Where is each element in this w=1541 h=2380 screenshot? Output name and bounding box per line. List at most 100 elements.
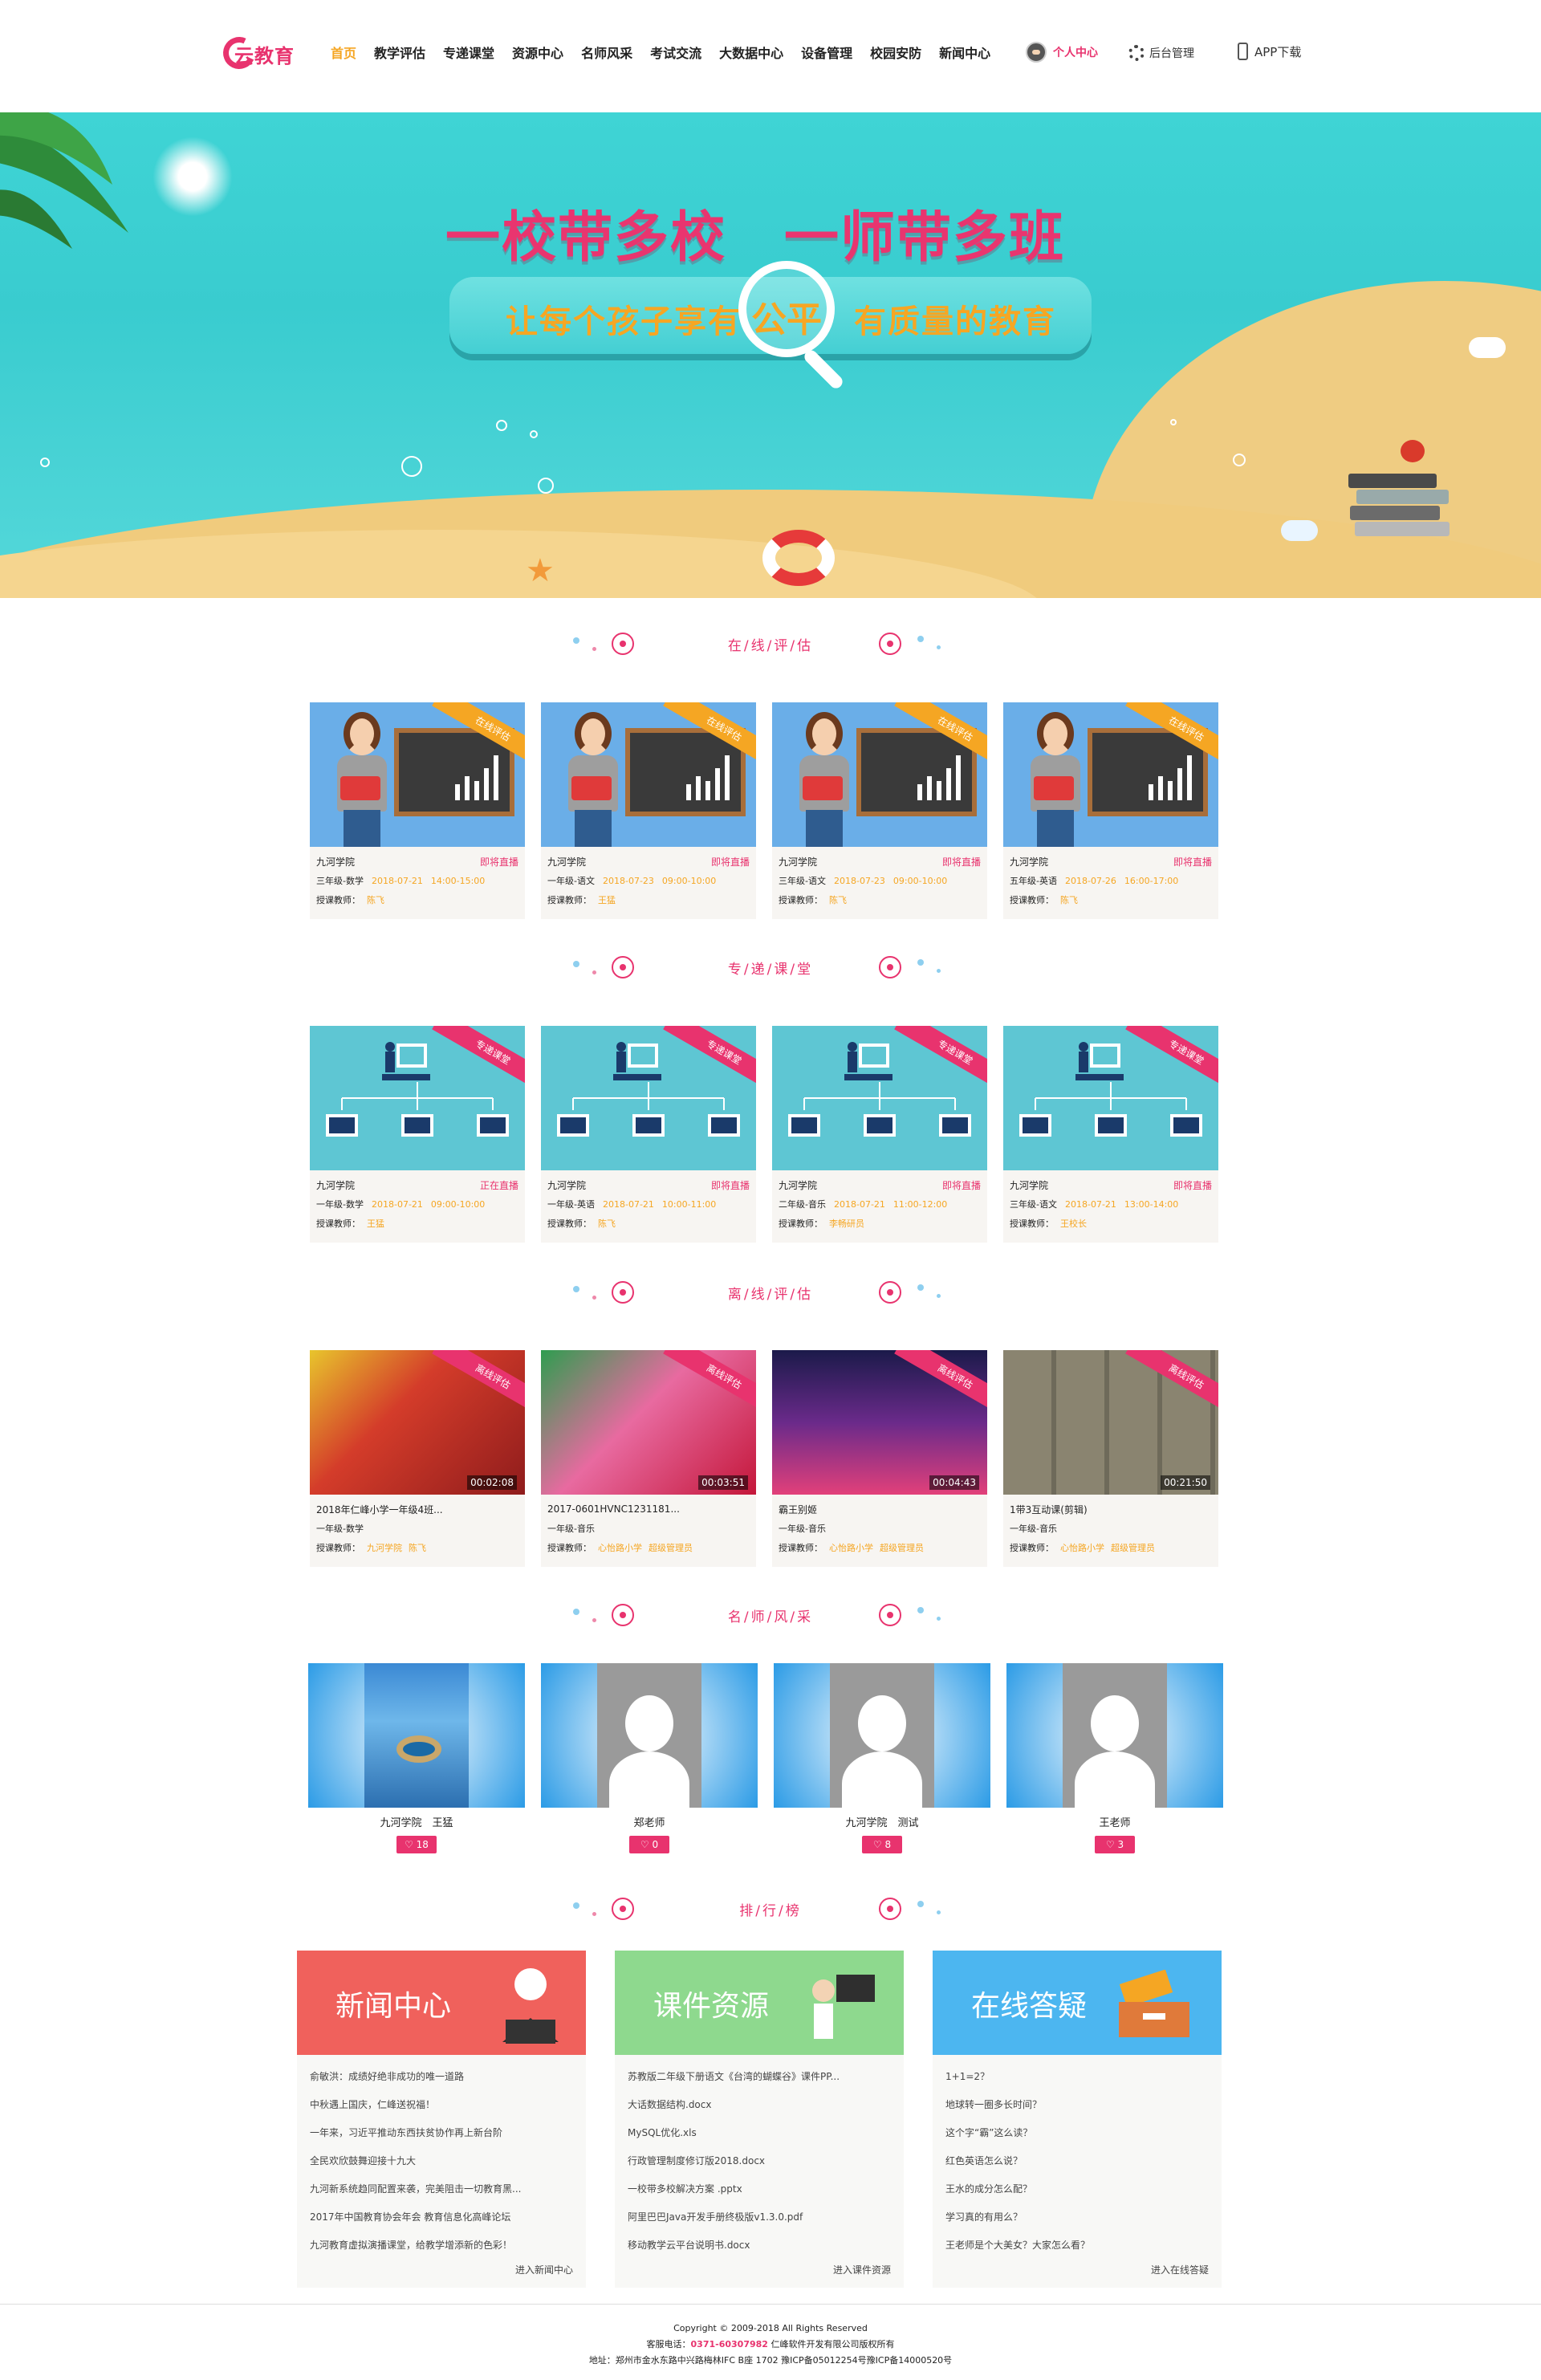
bar	[1158, 776, 1163, 800]
school-name: 九河学院	[779, 1179, 818, 1191]
list-item[interactable]: 九河新系统趋同配置来袭，完美阻击一切教育黑...	[310, 2175, 573, 2203]
teacher-card[interactable]: 九河学院 王猛 ♡ 18	[308, 1663, 525, 1864]
list-item[interactable]: 移动教学云平台说明书.docx	[628, 2232, 891, 2260]
list-item[interactable]: 中秋遇上国庆，仁峰送祝福！	[310, 2091, 573, 2119]
teacher-name[interactable]: 陈飞	[829, 893, 847, 906]
course-card[interactable]: 专递课堂 九河学院 即将直播 三年级-语文 2018-07-21 13:00-14:0…	[1003, 1026, 1218, 1243]
teacher-name[interactable]: 李畅研员	[829, 1217, 864, 1230]
list-item[interactable]: 九河教育虚拟演播课堂，给教学增添新的色彩！	[310, 2232, 573, 2260]
dot	[937, 1294, 941, 1298]
courseware-header[interactable]: 课件资源	[615, 1951, 904, 2055]
list-item[interactable]: 这个字“霸”这么读？	[945, 2119, 1209, 2147]
teacher-pants	[344, 810, 380, 847]
list-item[interactable]: 1+1=2？	[945, 2063, 1209, 2091]
video-card[interactable]: 离线评估 00:03:51 2017-0601HVNC1231181... 一年…	[541, 1350, 756, 1567]
list-item[interactable]: 全民欢欣鼓舞迎接十九大	[310, 2147, 573, 2175]
teacher-name[interactable]: 超级管理员	[880, 1541, 924, 1554]
video-card[interactable]: 离线评估 00:04:43 霸王别姬 一年级-音乐 授课教师： 心怡路小学 超级管理…	[772, 1350, 987, 1567]
list-item[interactable]: 地球转一圈多长时间？	[945, 2091, 1209, 2119]
video-card[interactable]: 离线评估 00:21:50 1带3互动课(剪辑) 一年级-音乐 授课教师： 心怡路…	[1003, 1350, 1218, 1567]
like-badge[interactable]: ♡ 3	[1095, 1836, 1135, 1853]
course-thumb: 在线评估	[310, 702, 525, 847]
teacher-name[interactable]: 王猛	[367, 1217, 384, 1230]
circle-icon	[879, 633, 901, 655]
books-illustration	[1348, 458, 1453, 538]
list-item[interactable]: 红色英语怎么说？	[945, 2147, 1209, 2175]
bar	[465, 776, 470, 800]
list-item[interactable]: 一年来，习近平推动东西扶贫协作再上新台阶	[310, 2119, 573, 2147]
news-header[interactable]: 新闻中心	[297, 1951, 586, 2055]
book	[1355, 522, 1450, 536]
teacher-card[interactable]: 王老师 ♡ 3	[1006, 1663, 1223, 1864]
menu-item-remote-class[interactable]: 专递课堂	[443, 42, 494, 66]
deco-right	[879, 1597, 959, 1629]
teacher-name[interactable]: 陈飞	[1060, 893, 1078, 906]
list-item[interactable]: 苏教版二年级下册语文《台湾的蝴蝶谷》课件PP...	[628, 2063, 891, 2091]
list-item[interactable]: 2017年中国教育协会年会 教育信息化高峰论坛	[310, 2203, 573, 2232]
menu-item-news[interactable]: 新闻中心	[939, 42, 990, 66]
list-item[interactable]: 王水的成分怎么配？	[945, 2175, 1209, 2203]
grade-subject: 一年级-语文	[547, 876, 595, 886]
list-item[interactable]: 阿里巴巴Java开发手册终极版v1.3.0.pdf	[628, 2203, 891, 2232]
courseware-more-link[interactable]: 进入课件资源	[833, 2263, 891, 2276]
like-badge[interactable]: ♡ 0	[629, 1836, 669, 1853]
video-card[interactable]: 离线评估 00:02:08 2018年仁峰小学一年级4班... 一年级-数学 授…	[310, 1350, 525, 1567]
teacher-card[interactable]: 九河学院 测试 ♡ 8	[774, 1663, 990, 1864]
like-badge[interactable]: ♡ 18	[396, 1836, 437, 1853]
copyright: Copyright © 2009-2018 All Rights Reserve…	[673, 2323, 868, 2333]
bar	[1149, 784, 1153, 800]
qa-header[interactable]: 在线答疑	[933, 1951, 1222, 2055]
teacher-name[interactable]: 超级管理员	[649, 1541, 693, 1554]
like-badge[interactable]: ♡ 8	[862, 1836, 902, 1853]
teacher-name[interactable]: 陈飞	[598, 1217, 616, 1230]
menu-item-teaching-eval[interactable]: 教学评估	[374, 42, 425, 66]
menu-item-exam[interactable]: 考试交流	[650, 42, 701, 66]
course-card[interactable]: 专递课堂 九河学院 即将直播 二年级-音乐 2018-07-21 11:00-12:0…	[772, 1026, 987, 1243]
qa-more-link[interactable]: 进入在线答疑	[1151, 2263, 1209, 2276]
logo[interactable]: 云教育	[218, 32, 303, 74]
cloud-icon	[1281, 520, 1318, 541]
teacher-label: 授课教师：	[1010, 1218, 1054, 1229]
list-item[interactable]: 一校带多校解决方案 .pptx	[628, 2175, 891, 2203]
video-thumb: 离线评估 00:03:51	[541, 1350, 756, 1495]
teacher-photo	[774, 1663, 990, 1808]
teacher-name[interactable]: 王校长	[1060, 1217, 1087, 1230]
list-item[interactable]: 学习真的有用么？	[945, 2203, 1209, 2232]
teacher-name[interactable]: 陈飞	[367, 893, 384, 906]
list-item[interactable]: MySQL优化.xls	[628, 2119, 891, 2147]
course-card[interactable]: 专递课堂 九河学院 即将直播 一年级-英语 2018-07-21 10:00-11:0…	[541, 1026, 756, 1243]
admin-label: 后台管理	[1149, 47, 1194, 60]
teacher-name[interactable]: 王猛	[598, 893, 616, 906]
course-card[interactable]: 专递课堂 九河学院 正在直播 一年级-数学 2018-07-21 09:00-10:0…	[310, 1026, 525, 1243]
list-item[interactable]: 俞敏洪：成绩好绝非成功的唯一道路	[310, 2063, 573, 2091]
course-card[interactable]: 在线评估 九河学院 即将直播 三年级-语文 2018-07-23 09:00-10:0…	[772, 702, 987, 919]
teacher-name[interactable]: 陈飞	[409, 1541, 426, 1554]
course-info: 九河学院 即将直播 三年级-语文 2018-07-23 09:00-10:00 授课教…	[772, 847, 987, 914]
course-card[interactable]: 在线评估 九河学院 即将直播 一年级-语文 2018-07-23 09:00-10:0…	[541, 702, 756, 919]
list-item[interactable]: 大话数据结构.docx	[628, 2091, 891, 2119]
teacher-card[interactable]: 郑老师 ♡ 0	[541, 1663, 758, 1864]
menu-item-devices[interactable]: 设备管理	[801, 42, 852, 66]
teacher-illustration	[326, 712, 398, 847]
slogan-right: 一师带多班	[784, 206, 1066, 270]
video-info: 霸王别姬 一年级-音乐 授课教师： 心怡路小学 超级管理员	[772, 1495, 987, 1562]
app-download-link[interactable]: APP下载	[1238, 43, 1301, 60]
qa-title: 在线答疑	[971, 1990, 1088, 2023]
list-item[interactable]: 王老师是个大美女？大家怎么看？	[945, 2232, 1209, 2260]
course-card[interactable]: 在线评估 九河学院 即将直播 五年级-英语 2018-07-26 16:00-17:0…	[1003, 702, 1218, 919]
remote-class-list: 专递课堂 九河学院 正在直播 一年级-数学 2018-07-21 09:00-10:0…	[310, 1026, 1218, 1243]
menu-item-home[interactable]: 首页	[331, 42, 356, 66]
teacher-name[interactable]: 超级管理员	[1111, 1541, 1155, 1554]
menu-item-bigdata[interactable]: 大数据中心	[719, 42, 783, 66]
menu-item-security[interactable]: 校园安防	[870, 42, 921, 66]
news-more-link[interactable]: 进入新闻中心	[515, 2263, 573, 2276]
course-card[interactable]: 在线评估 九河学院 即将直播 三年级-数学 2018-07-21 14:00-15:0…	[310, 702, 525, 919]
menu-item-resources[interactable]: 资源中心	[512, 42, 563, 66]
teacher-photo	[541, 1663, 758, 1808]
admin-link[interactable]: 后台管理	[1128, 45, 1194, 61]
menu-item-teachers[interactable]: 名师风采	[581, 42, 632, 66]
user-center-link[interactable]: 个人中心	[1026, 42, 1098, 63]
list-item[interactable]: 行政管理制度修订版2018.docx	[628, 2147, 891, 2175]
course-date: 2018-07-23	[602, 875, 654, 886]
video-duration: 00:02:08	[467, 1475, 517, 1490]
